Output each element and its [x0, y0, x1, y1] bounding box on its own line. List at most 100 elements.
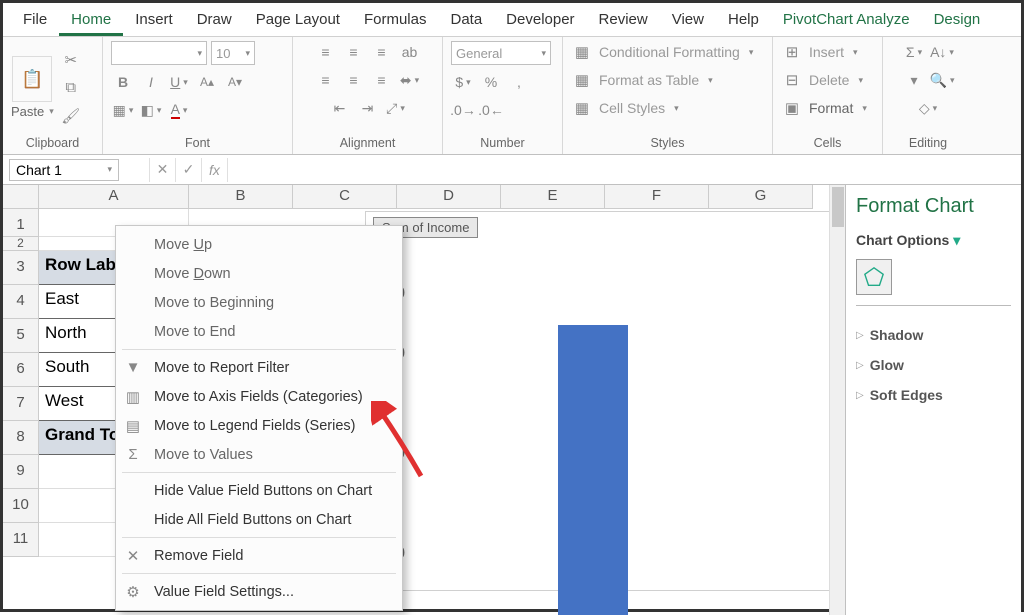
increase-decimal-icon[interactable]: .0→ [451, 99, 475, 121]
tab-pivotchart-analyze[interactable]: PivotChart Analyze [771, 5, 922, 36]
delete-cells-button[interactable]: ⊟Delete▾ [781, 69, 863, 91]
format-icon: ▣ [781, 97, 803, 119]
sort-filter-icon[interactable]: A↓▾ [930, 41, 954, 63]
fill-color-button[interactable]: ◧▾ [139, 99, 163, 121]
col-header-D[interactable]: D [397, 185, 501, 209]
row-header-5[interactable]: 5 [3, 319, 39, 353]
clear-icon[interactable]: ◇▾ [916, 97, 940, 119]
row-header-3[interactable]: 3 [3, 251, 39, 285]
col-header-B[interactable]: B [189, 185, 293, 209]
fill-icon[interactable]: ▾ [902, 69, 926, 91]
ctx-hide-all-field-buttons[interactable]: Hide All Field Buttons on Chart [116, 505, 402, 534]
row-header-10[interactable]: 10 [3, 489, 39, 523]
format-cells-button[interactable]: ▣Format▾ [781, 97, 867, 119]
tab-home[interactable]: Home [59, 5, 123, 36]
copy-icon[interactable]: ⧉ [60, 77, 82, 99]
tab-data[interactable]: Data [438, 5, 494, 36]
shrink-font-button[interactable]: A▾ [223, 71, 247, 93]
wrap-text-icon[interactable]: ab [398, 41, 422, 63]
tab-design[interactable]: Design [922, 5, 993, 36]
pane-section-shadow[interactable]: ▷Shadow [856, 320, 1011, 350]
col-header-F[interactable]: F [605, 185, 709, 209]
pane-section-soft-edges[interactable]: ▷Soft Edges [856, 380, 1011, 410]
conditional-formatting-button[interactable]: ▦Conditional Formatting▾ [571, 41, 753, 63]
tab-insert[interactable]: Insert [123, 5, 185, 36]
accounting-icon[interactable]: $▾ [451, 71, 475, 93]
align-top-icon[interactable]: ≡ [314, 41, 338, 63]
tab-help[interactable]: Help [716, 5, 771, 36]
fx-icon[interactable]: fx [201, 158, 227, 182]
row-header-6[interactable]: 6 [3, 353, 39, 387]
percent-icon[interactable]: % [479, 71, 503, 93]
row-header-2[interactable]: 2 [3, 237, 39, 251]
row-header-8[interactable]: 8 [3, 421, 39, 455]
row-header-4[interactable]: 4 [3, 285, 39, 319]
align-bottom-icon[interactable]: ≡ [370, 41, 394, 63]
ctx-move-to-report-filter[interactable]: ▼Move to Report Filter [116, 353, 402, 382]
tab-review[interactable]: Review [587, 5, 660, 36]
ctx-move-down: Move Down [116, 259, 402, 288]
decrease-decimal-icon[interactable]: .0← [479, 99, 503, 121]
settings-icon: ⚙ [122, 583, 144, 601]
paste-button[interactable]: 📋 [12, 56, 52, 102]
tab-file[interactable]: File [11, 5, 59, 36]
increase-indent-icon[interactable]: ⇥ [356, 97, 380, 119]
scrollbar-thumb[interactable] [832, 187, 844, 227]
tab-developer[interactable]: Developer [494, 5, 586, 36]
fmt-table-icon: ▦ [571, 69, 593, 91]
pane-subtitle[interactable]: Chart Options ▾ [856, 232, 1011, 249]
chart-bar[interactable] [558, 325, 628, 615]
find-icon[interactable]: 🔍▾ [930, 69, 954, 91]
decrease-indent-icon[interactable]: ⇤ [328, 97, 352, 119]
merge-icon[interactable]: ⬌▾ [398, 69, 422, 91]
tab-draw[interactable]: Draw [185, 5, 244, 36]
row-header-9[interactable]: 9 [3, 455, 39, 489]
col-header-A[interactable]: A [39, 185, 189, 209]
col-header-G[interactable]: G [709, 185, 813, 209]
orientation-icon[interactable]: ⤢▾ [384, 97, 408, 119]
group-font: Font [111, 134, 284, 152]
enter-formula-icon[interactable]: ✓ [175, 158, 201, 182]
font-size-combo[interactable]: 10▾ [211, 41, 255, 65]
select-all-corner[interactable] [3, 185, 39, 209]
row-header-1[interactable]: 1 [3, 209, 39, 237]
col-header-E[interactable]: E [501, 185, 605, 209]
name-box[interactable]: Chart 1▾ [9, 159, 119, 181]
cancel-formula-icon[interactable]: ✕ [149, 158, 175, 182]
tab-page-layout[interactable]: Page Layout [244, 5, 352, 36]
grow-font-button[interactable]: A▴ [195, 71, 219, 93]
effects-tab-icon[interactable] [856, 259, 892, 295]
formula-input[interactable] [227, 158, 1021, 182]
format-painter-icon[interactable]: 🖌 [60, 105, 82, 127]
tab-view[interactable]: View [660, 5, 716, 36]
ctx-move-to-axis[interactable]: ▥Move to Axis Fields (Categories) [116, 382, 402, 411]
tab-formulas[interactable]: Formulas [352, 5, 439, 36]
ctx-move-to-legend[interactable]: ▤Move to Legend Fields (Series) [116, 411, 402, 440]
comma-icon[interactable]: , [507, 71, 531, 93]
pane-section-glow[interactable]: ▷Glow [856, 350, 1011, 380]
ctx-hide-value-field-buttons[interactable]: Hide Value Field Buttons on Chart [116, 476, 402, 505]
align-left-icon[interactable]: ≡ [314, 69, 338, 91]
number-format-combo[interactable]: General▾ [451, 41, 551, 65]
row-header-11[interactable]: 11 [3, 523, 39, 557]
vertical-scrollbar[interactable] [829, 185, 845, 615]
align-middle-icon[interactable]: ≡ [342, 41, 366, 63]
font-name-combo[interactable]: ▾ [111, 41, 207, 65]
cut-icon[interactable]: ✂ [60, 49, 82, 71]
insert-cells-button[interactable]: ⊞Insert▾ [781, 41, 858, 63]
paste-label[interactable]: Paste▾ [11, 104, 54, 119]
align-right-icon[interactable]: ≡ [370, 69, 394, 91]
ctx-value-field-settings[interactable]: ⚙Value Field Settings... [116, 577, 402, 606]
col-header-C[interactable]: C [293, 185, 397, 209]
bold-button[interactable]: B [111, 71, 135, 93]
format-as-table-button[interactable]: ▦Format as Table▾ [571, 69, 713, 91]
italic-button[interactable]: I [139, 71, 163, 93]
cell-styles-button[interactable]: ▦Cell Styles▾ [571, 97, 679, 119]
row-header-7[interactable]: 7 [3, 387, 39, 421]
autosum-icon[interactable]: Σ▾ [902, 41, 926, 63]
ctx-remove-field[interactable]: ✕Remove Field [116, 541, 402, 570]
align-center-icon[interactable]: ≡ [342, 69, 366, 91]
underline-button[interactable]: U▾ [167, 71, 191, 93]
font-color-button[interactable]: A▾ [167, 99, 191, 121]
borders-button[interactable]: ▦▾ [111, 99, 135, 121]
